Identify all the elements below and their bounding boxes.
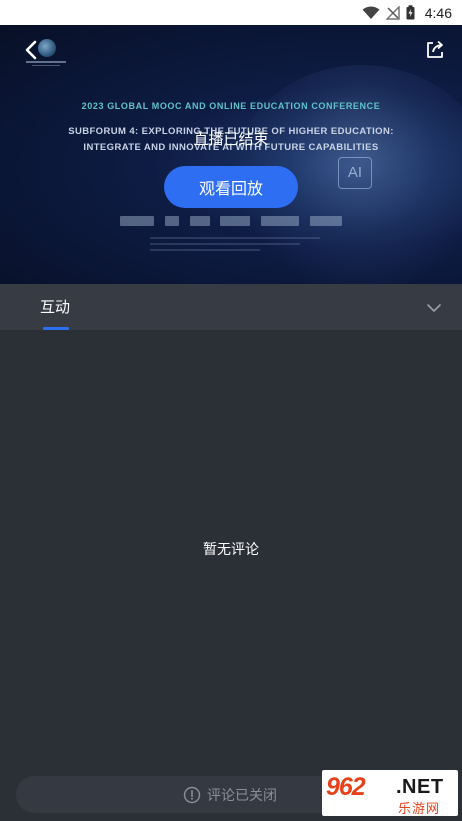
share-button[interactable] [424,39,446,61]
chevron-down-icon [427,304,441,312]
tab-active-indicator [43,327,69,330]
watermark-logo: 962 .NET 乐游网 [322,770,458,817]
video-player[interactable]: AI 2023 GLOBAL MOOC AND ONLINE EDUCATION… [0,25,462,284]
expand-tabs-button[interactable] [426,300,442,314]
watch-replay-button[interactable]: 观看回放 [164,166,298,208]
wifi-icon [362,6,380,19]
signal-off-icon [385,5,400,20]
share-icon [427,40,443,58]
tab-bar: 互动 [0,284,462,331]
watermark-net: .NET [396,776,444,798]
back-button[interactable] [18,37,44,63]
banner-subtext [150,237,320,255]
status-time: 4:46 [424,4,452,21]
ai-label: AI [338,157,372,189]
comments-area: 暂无评论 [0,331,462,771]
tab-interaction[interactable]: 互动 [40,284,70,331]
watermark-number: 962 [326,773,366,801]
status-bar: 4:46 [0,0,462,25]
watermark-site-name: 乐游网 [398,802,441,817]
back-arrow-icon [25,40,37,60]
info-circle-icon [183,786,201,803]
sponsor-logos [120,213,342,229]
live-status-text: 直播已结束 [193,130,269,148]
conference-title: 2023 GLOBAL MOOC AND ONLINE EDUCATION CO… [81,101,381,111]
battery-charging-icon [406,5,415,20]
comments-closed-text: 评论已关闭 [207,787,277,804]
no-comments-text: 暂无评论 [203,542,259,558]
